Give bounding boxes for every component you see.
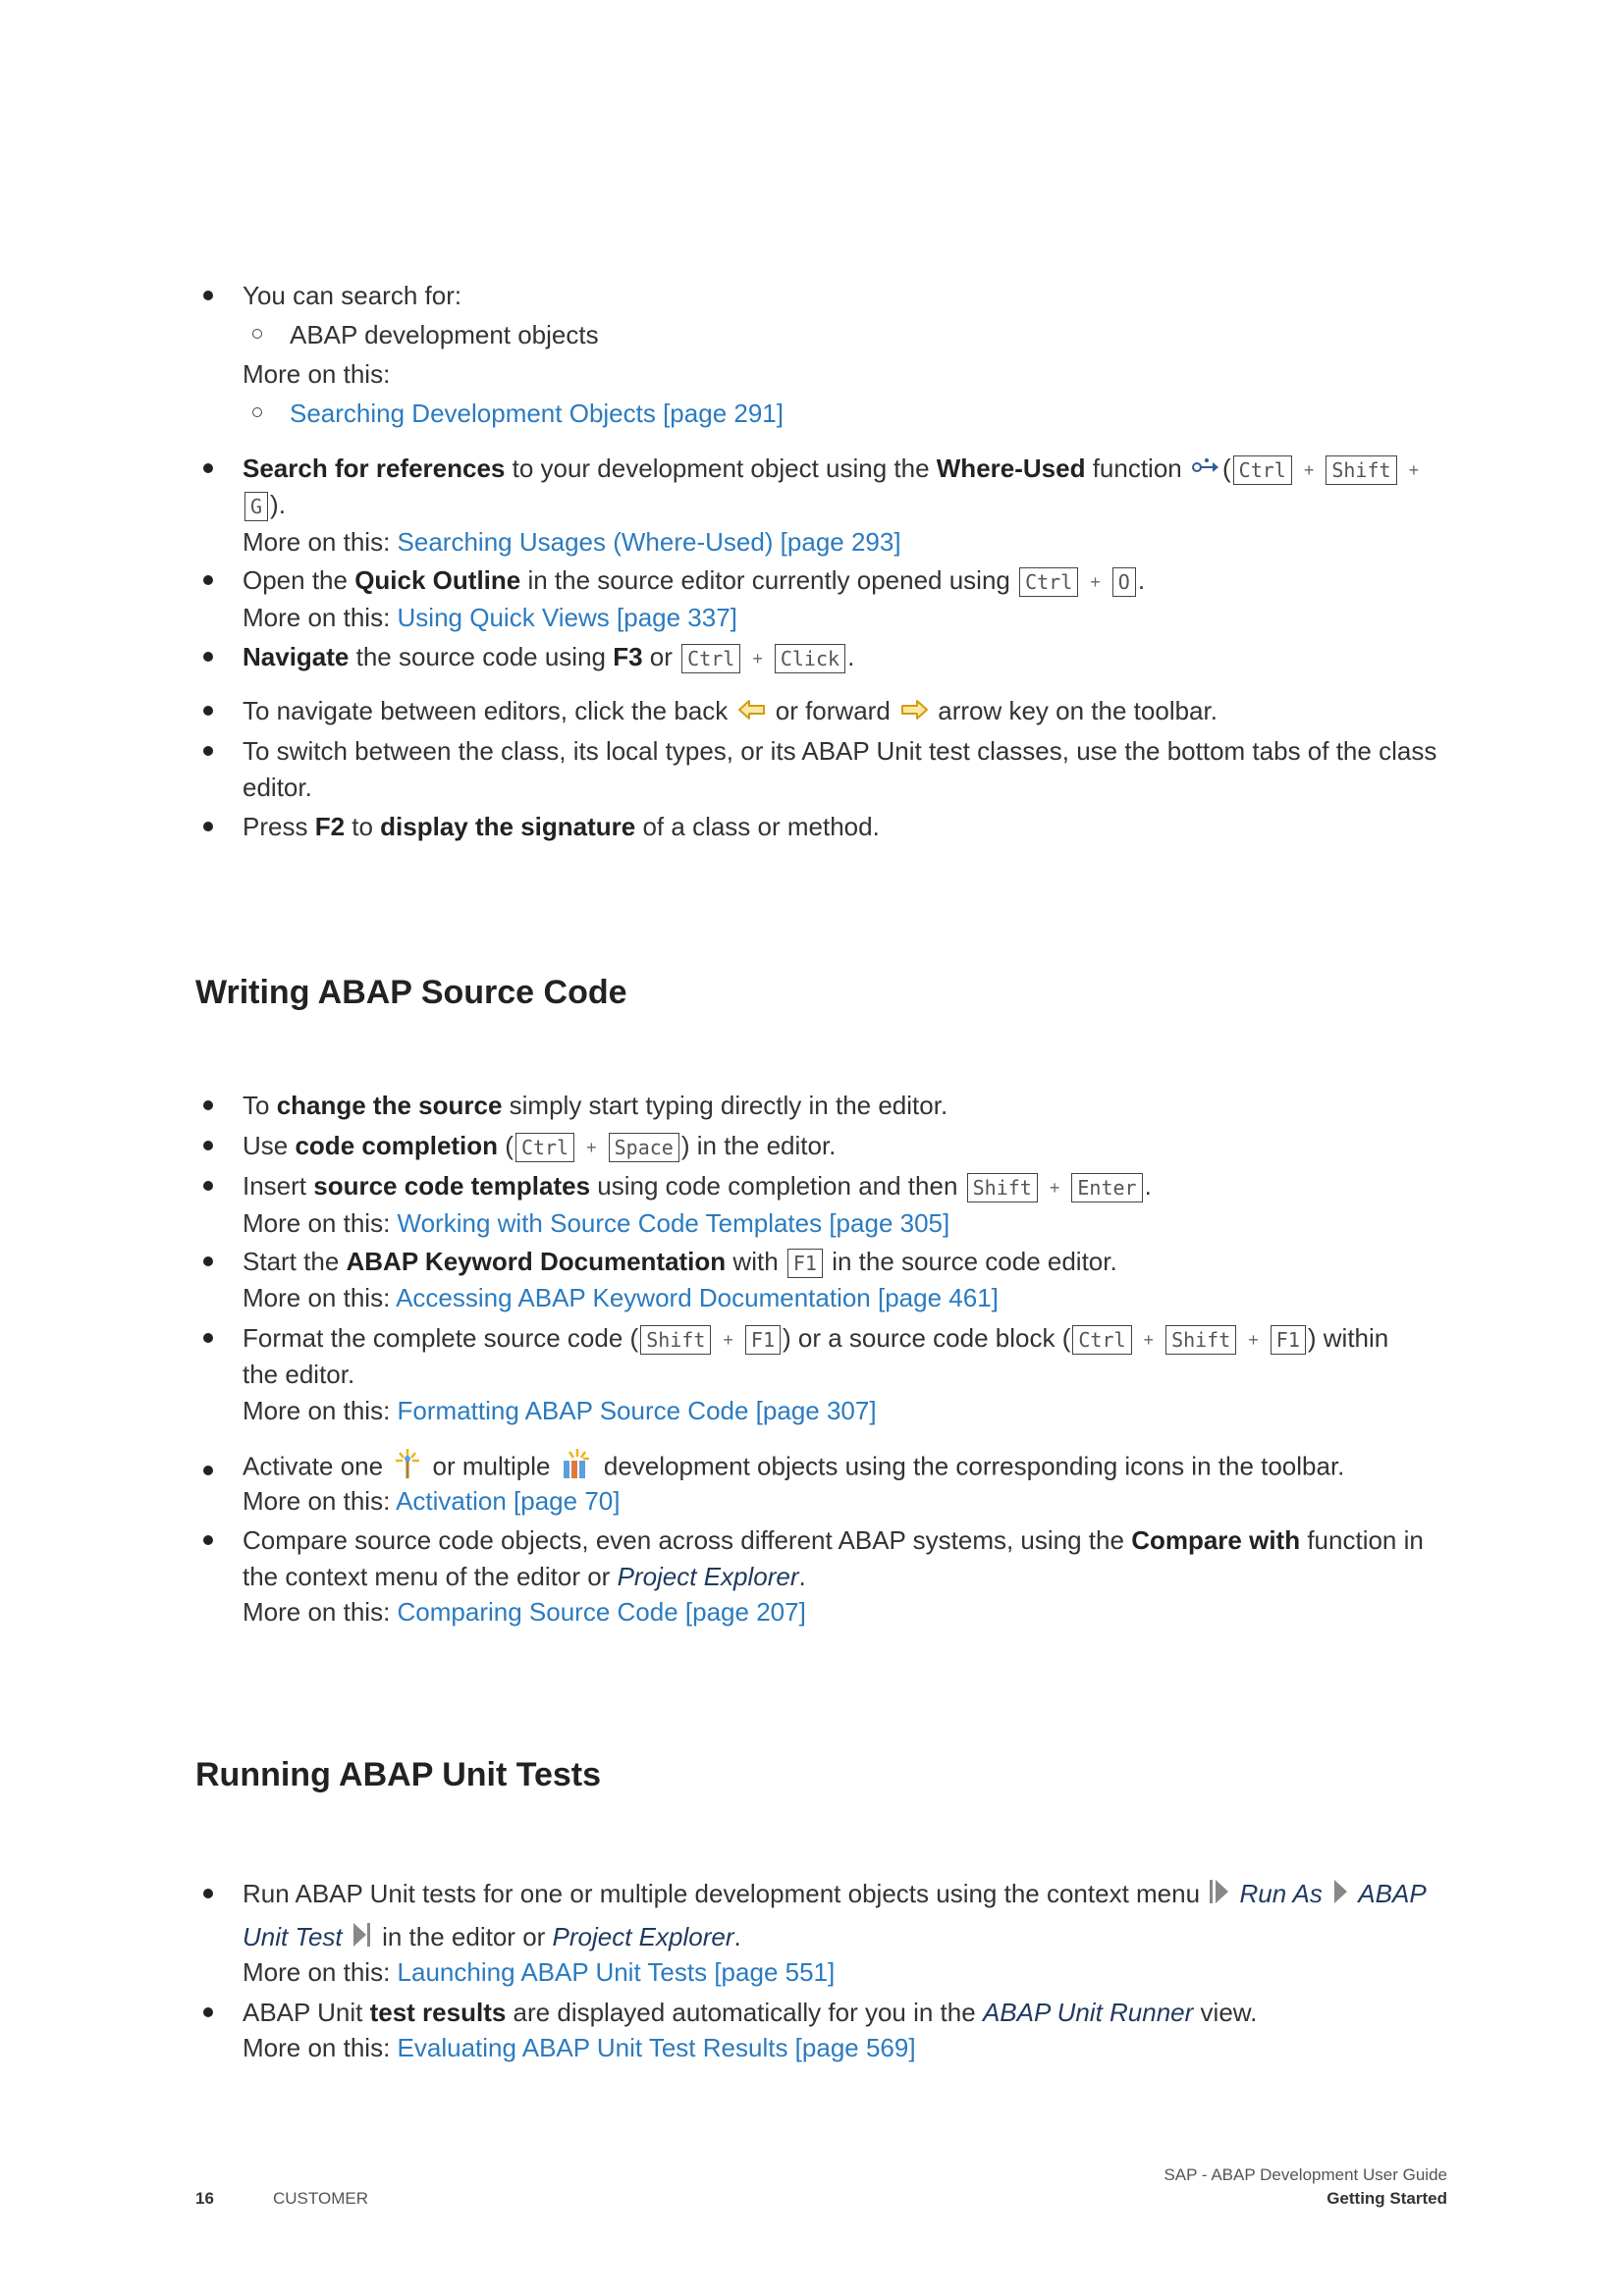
bullet (203, 1466, 213, 1475)
bullet (203, 1889, 213, 1898)
more-on-this: More on this: Evaluating ABAP Unit Test … (243, 2033, 916, 2062)
more-on-this: More on this: Searching Usages (Where-Us… (243, 527, 901, 557)
bullet (203, 1333, 213, 1343)
list-item: Searching Development Objects [page 291] (290, 396, 784, 431)
key-ctrl: Ctrl (514, 1133, 575, 1163)
list-item: ABAP development objects (290, 320, 599, 349)
link-quick-views[interactable]: Using Quick Views [page 337] (398, 603, 737, 632)
list-item: To change the source simply start typing… (243, 1091, 948, 1120)
link-activation[interactable]: Activation [page 70] (396, 1486, 620, 1516)
menu-arrow-icon (1331, 1877, 1349, 1915)
list-item: Start the ABAP Keyword Documentation wit… (243, 1244, 1117, 1279)
list-item: Navigate the source code using F3 or Ctr… (243, 639, 854, 676)
bullet (203, 652, 213, 662)
link-launching-tests[interactable]: Launching ABAP Unit Tests [page 551] (398, 1957, 836, 1987)
link-comparing[interactable]: Comparing Source Code [page 207] (398, 1597, 806, 1627)
bullet (203, 575, 213, 585)
list-item: To switch between the class, its local t… (243, 736, 1437, 766)
list-item-cont: the editor. (243, 1360, 355, 1389)
link-evaluating-results[interactable]: Evaluating ABAP Unit Test Results [page … (398, 2033, 916, 2062)
more-on-this: More on this: Formatting ABAP Source Cod… (243, 1396, 877, 1425)
link-templates[interactable]: Working with Source Code Templates [page… (398, 1208, 950, 1238)
key-shift: Shift (1326, 455, 1397, 486)
bullet (203, 1256, 213, 1266)
key-enter: Enter (1071, 1173, 1143, 1203)
list-item: Search for references to your developmen… (243, 451, 1429, 488)
bullet (203, 1181, 213, 1191)
link-formatting[interactable]: Formatting ABAP Source Code [page 307] (398, 1396, 877, 1425)
key-f1: F1 (744, 1325, 782, 1356)
page-number: 16 (195, 2189, 214, 2208)
list-item: Compare source code objects, even across… (243, 1525, 1424, 1555)
bullet (203, 822, 213, 831)
list-item-cont: editor. (243, 773, 312, 802)
link-where-used[interactable]: Searching Usages (Where-Used) [page 293] (398, 527, 901, 557)
list-item-cont: the context menu of the editor or Projec… (243, 1562, 806, 1591)
key-shift: Shift (1165, 1325, 1237, 1356)
list-item: ABAP Unit test results are displayed aut… (243, 1998, 1258, 2027)
list-item: Press F2 to display the signature of a c… (243, 812, 880, 841)
key-f1: F1 (786, 1249, 823, 1279)
key-ctrl: Ctrl (1019, 567, 1079, 598)
doc-title: SAP - ABAP Development User Guide (1164, 2165, 1447, 2184)
key-ctrl: Ctrl (681, 644, 741, 674)
list-item: Open the Quick Outline in the source edi… (243, 562, 1145, 600)
key-shift: Shift (640, 1325, 712, 1356)
more-on-this: More on this: (243, 359, 391, 389)
list-item: You can search for: (243, 281, 462, 310)
bullet (203, 1535, 213, 1545)
more-on-this: More on this: Activation [page 70] (243, 1486, 621, 1516)
more-on-this: More on this: Comparing Source Code [pag… (243, 1597, 806, 1627)
section-heading: Running ABAP Unit Tests (195, 1756, 602, 1793)
bullet (203, 2007, 213, 2017)
list-item-cont: G). (243, 487, 286, 522)
key-g: G (244, 492, 269, 522)
menu-arrow-icon (1209, 1877, 1230, 1915)
more-on-this: More on this: Accessing ABAP Keyword Doc… (243, 1283, 999, 1312)
key-ctrl: Ctrl (1072, 1325, 1132, 1356)
link-keyword-doc[interactable]: Accessing ABAP Keyword Documentation [pa… (396, 1283, 999, 1312)
sub-bullet (252, 329, 262, 339)
link-searching-objects[interactable]: Searching Development Objects [page 291] (290, 399, 784, 428)
bullet (203, 1100, 213, 1110)
forward-arrow-icon (899, 695, 929, 730)
section-heading: Writing ABAP Source Code (195, 974, 627, 1011)
where-used-icon (1191, 453, 1220, 488)
bullet (203, 1141, 213, 1150)
chapter-title: Getting Started (1326, 2189, 1447, 2208)
bullet (203, 291, 213, 300)
sub-bullet (252, 407, 262, 417)
list-item: Run ABAP Unit tests for one or multiple … (243, 1876, 1427, 1915)
key-f1: F1 (1270, 1325, 1306, 1356)
list-item: To navigate between editors, click the b… (243, 693, 1218, 730)
list-item: Format the complete source code (Shift + F… (243, 1320, 1388, 1358)
more-on-this: More on this: Using Quick Views [page 33… (243, 603, 737, 632)
key-space: Space (608, 1133, 679, 1163)
key-o: O (1111, 567, 1136, 598)
bullet (203, 463, 213, 473)
bullet (203, 706, 213, 716)
bullet (203, 746, 213, 756)
list-item-cont: Unit Test in the editor or Project Explo… (243, 1919, 741, 1958)
classification: CUSTOMER (273, 2189, 368, 2208)
list-item: Insert source code templates using code … (243, 1168, 1152, 1205)
key-shift: Shift (966, 1173, 1038, 1203)
document-page: You can search for: ABAP development obj… (0, 0, 1624, 2296)
more-on-this: More on this: Working with Source Code T… (243, 1208, 950, 1238)
back-arrow-icon (737, 695, 767, 730)
more-on-this: More on this: Launching ABAP Unit Tests … (243, 1957, 836, 1987)
key-click: Click (774, 644, 846, 674)
list-item: Use code completion (Ctrl + Space) in the … (243, 1128, 836, 1165)
key-ctrl: Ctrl (1232, 455, 1292, 486)
menu-end-icon (352, 1920, 373, 1958)
